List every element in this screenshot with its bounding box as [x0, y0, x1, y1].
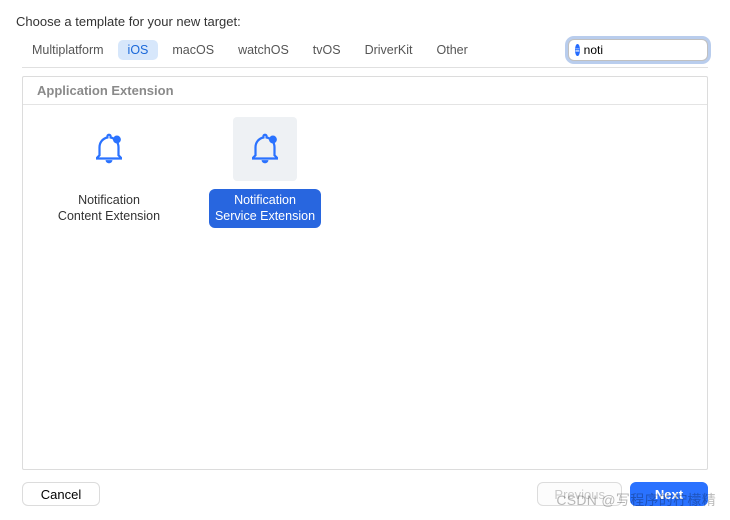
template-item-notification-content-extension[interactable]: NotificationContent Extension	[35, 117, 183, 228]
template-search-field[interactable]: ≡ ✕	[568, 39, 708, 61]
footer: Cancel Previous Next	[0, 470, 730, 520]
sheet-title: Choose a template for your new target:	[0, 14, 730, 39]
next-button[interactable]: Next	[630, 482, 708, 506]
cancel-button[interactable]: Cancel	[22, 482, 100, 506]
section-heading: Application Extension	[23, 77, 707, 105]
templates-panel: Application Extension NotificationConten…	[22, 76, 708, 470]
template-item-notification-service-extension[interactable]: NotificationService Extension	[191, 117, 339, 228]
search-input[interactable]	[584, 43, 730, 57]
previous-button: Previous	[537, 482, 622, 506]
tab-other[interactable]: Other	[427, 40, 478, 60]
platform-filter-bar: Multiplatform iOS macOS watchOS tvOS Dri…	[22, 39, 708, 68]
tab-watchos[interactable]: watchOS	[228, 40, 299, 60]
tab-driverkit[interactable]: DriverKit	[355, 40, 423, 60]
tab-macos[interactable]: macOS	[162, 40, 224, 60]
tab-ios[interactable]: iOS	[118, 40, 159, 60]
template-label: NotificationContent Extension	[52, 189, 166, 228]
bell-notification-icon	[233, 117, 297, 181]
template-label: NotificationService Extension	[209, 189, 321, 228]
templates-grid: NotificationContent Extension Notificati…	[23, 105, 707, 240]
tab-tvos[interactable]: tvOS	[303, 40, 351, 60]
filter-icon: ≡	[575, 44, 580, 56]
tab-multiplatform[interactable]: Multiplatform	[22, 40, 114, 60]
bell-notification-icon	[77, 117, 141, 181]
